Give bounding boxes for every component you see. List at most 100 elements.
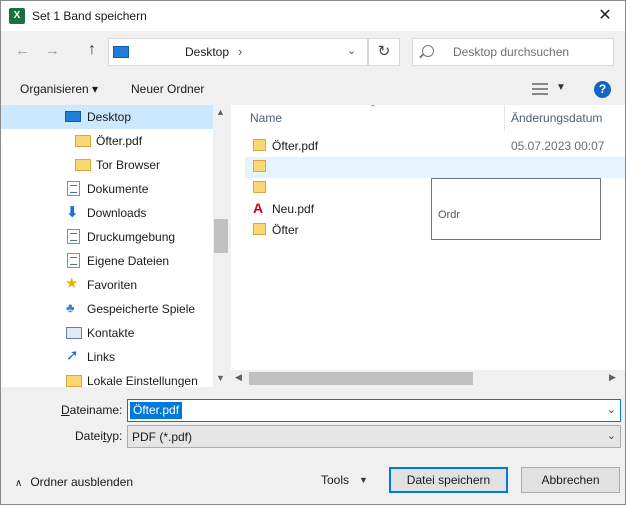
address-bar[interactable]: Desktop › ⌄	[108, 38, 368, 66]
folder-icon	[75, 135, 91, 147]
navigation-pane: Desktop Öfter.pdf Tor Browser Dokumente …	[1, 105, 229, 387]
view-dropdown-icon[interactable]: ▼	[556, 82, 566, 93]
filename-label-rest: ateiname:	[69, 403, 123, 417]
filetype-label-pre: Datei	[75, 429, 104, 443]
refresh-icon[interactable]: ↻	[368, 38, 400, 66]
sidebar-item-lokale-einstellungen[interactable]: Lokale Einstellungen	[1, 369, 213, 387]
search-icon	[422, 45, 434, 57]
tools-dropdown-icon[interactable]: ▼	[359, 475, 368, 485]
sidebar-item-kontakte[interactable]: Kontakte	[1, 321, 213, 345]
file-date: 05.07.2023 00:07	[511, 139, 605, 153]
sidebar-item-links[interactable]: ➚ Links	[1, 345, 213, 369]
download-icon: ⬇	[66, 204, 79, 221]
navigation-bar: ← → ↑ Desktop › ⌄ ↻ Desktop durchsuchen	[1, 31, 625, 73]
save-dialog: X Set 1 Band speichern ✕ ← → ↑ Desktop ›…	[0, 0, 626, 505]
document-icon	[67, 181, 80, 196]
title-bar: X Set 1 Band speichern ✕	[1, 1, 625, 31]
sidebar-item-downloads[interactable]: ⬇ Downloads	[1, 201, 213, 225]
computer-icon	[113, 46, 129, 58]
folder-icon	[253, 139, 266, 151]
sidebar-item-label: Desktop	[87, 110, 132, 124]
filetype-select[interactable]: PDF (*.pdf) ⌄	[127, 425, 621, 448]
sidebar-item-eigene-dateien[interactable]: Eigene Dateien	[1, 249, 213, 273]
filename-input[interactable]: Öfter.pdf ⌄	[127, 399, 621, 422]
folder-icon	[253, 160, 266, 172]
scrollbar-thumb[interactable]	[249, 372, 473, 385]
filetype-label: Dateityp:	[75, 429, 122, 443]
folder-icon	[66, 375, 82, 387]
column-separator[interactable]	[504, 105, 505, 131]
save-button[interactable]: Datei speichern	[389, 467, 508, 493]
folder-icon	[75, 159, 91, 171]
view-options-icon[interactable]	[532, 83, 548, 95]
desktop-icon	[65, 111, 81, 122]
star-icon: ★	[65, 275, 79, 292]
filename-label-accel: D	[61, 403, 70, 417]
column-header-name[interactable]: Name	[250, 111, 282, 125]
sidebar-item-tor-browser[interactable]: Tor Browser	[1, 153, 213, 177]
sidebar-item-label: Dokumente	[87, 182, 149, 196]
pdf-icon: A	[253, 200, 264, 216]
sidebar-item-desktop[interactable]: Desktop	[1, 105, 213, 129]
scroll-down-icon[interactable]: ▼	[216, 373, 225, 383]
filetype-value: PDF (*.pdf)	[132, 430, 193, 444]
address-location[interactable]: Desktop	[185, 45, 229, 59]
new-folder-button[interactable]: Neuer Ordner	[131, 82, 204, 96]
sidebar-scrollbar[interactable]: ▲ ▼	[213, 105, 229, 387]
file-list: ⌃ Name Änderungsdatum Öfter.pdf 05.07.20…	[231, 105, 625, 387]
folder-icon	[253, 223, 266, 235]
sidebar-item-label: Favoriten	[87, 278, 138, 292]
scroll-up-icon[interactable]: ▲	[216, 107, 225, 117]
chevron-down-icon[interactable]: ⌄	[607, 429, 616, 442]
chevron-up-icon: ∧	[15, 478, 23, 489]
sidebar-item-label: Lokale Einstellungen	[87, 374, 198, 387]
window-title: Set 1 Band speichern	[32, 9, 147, 23]
file-name: Öfter.pdf	[272, 139, 319, 153]
file-row-oefter-pdf-folder[interactable]: Öfter.pdf 05.07.2023 00:07	[245, 136, 625, 157]
file-row[interactable]	[245, 157, 625, 178]
scroll-right-icon[interactable]: ▶	[609, 372, 616, 383]
sidebar-item-label: Gespeicherte Spiele	[87, 302, 196, 316]
hide-folders-button[interactable]: ∧ Ordner ausblenden	[15, 475, 133, 489]
sidebar-item-label: Öfter.pdf	[96, 134, 143, 148]
game-icon: ♣	[66, 300, 75, 315]
file-name: Öfter	[272, 223, 299, 237]
search-placeholder: Desktop durchsuchen	[453, 45, 570, 59]
chevron-down-icon[interactable]: ⌄	[607, 403, 616, 416]
sidebar-item-gespeicherte-spiele[interactable]: ♣ Gespeicherte Spiele	[1, 297, 213, 321]
sidebar-item-label: Downloads	[87, 206, 147, 220]
sidebar-item-favoriten[interactable]: ★ Favoriten	[1, 273, 213, 297]
filename-label: Dateiname:	[61, 403, 122, 417]
tools-button[interactable]: Tools	[321, 473, 349, 487]
filename-value[interactable]: Öfter.pdf	[130, 402, 183, 419]
organize-button[interactable]: Organisieren ▾	[20, 82, 98, 96]
sidebar-item-label: Eigene Dateien	[87, 254, 170, 268]
excel-icon: X	[9, 8, 25, 24]
forward-icon[interactable]: →	[45, 42, 60, 59]
chevron-right-icon[interactable]: ›	[238, 44, 242, 59]
scrollbar-thumb[interactable]	[214, 219, 228, 253]
contact-icon	[66, 327, 82, 339]
tooltip: Ordr	[431, 178, 601, 240]
document-icon	[67, 253, 80, 268]
sidebar-item-label: Tor Browser	[96, 158, 161, 172]
file-name: Neu.pdf	[272, 202, 315, 216]
sidebar-item-oefter-pdf[interactable]: Öfter.pdf	[1, 129, 213, 153]
link-icon: ➚	[66, 347, 79, 364]
close-button[interactable]: ✕	[585, 1, 625, 31]
up-icon[interactable]: ↑	[88, 41, 96, 59]
folder-icon	[253, 181, 266, 193]
sidebar-item-druckumgebung[interactable]: Druckumgebung	[1, 225, 213, 249]
back-icon[interactable]: ←	[15, 42, 30, 59]
file-list-hscrollbar[interactable]: ◀ ▶	[231, 370, 625, 387]
search-input[interactable]: Desktop durchsuchen	[412, 38, 614, 66]
sidebar-item-dokumente[interactable]: Dokumente	[1, 177, 213, 201]
tooltip-text: Ordr	[438, 209, 460, 221]
sort-ascending-icon: ⌃	[369, 105, 377, 113]
hide-folders-label: Ordner ausblenden	[30, 475, 134, 489]
scroll-left-icon[interactable]: ◀	[235, 372, 242, 383]
cancel-button[interactable]: Abbrechen	[521, 467, 620, 493]
help-icon[interactable]: ?	[594, 81, 611, 98]
column-header-modified[interactable]: Änderungsdatum	[511, 111, 602, 125]
address-dropdown-icon[interactable]: ⌄	[347, 44, 356, 57]
